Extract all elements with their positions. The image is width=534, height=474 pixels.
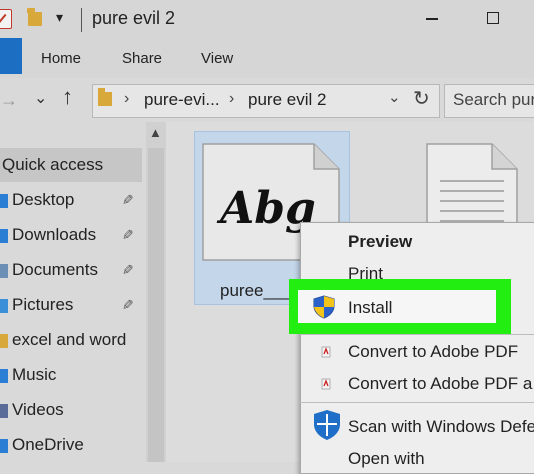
sidebar-item-label: OneDrive [12, 435, 84, 454]
scroll-up-icon[interactable]: ▲ [149, 125, 162, 140]
maximize-icon [487, 12, 499, 24]
sidebar-item-downloads[interactable]: Downloads ✎ [0, 219, 142, 253]
adobe-pdf-attach-icon [321, 378, 331, 390]
address-dropdown-icon[interactable]: ⌄ [388, 88, 401, 106]
minimize-icon [426, 18, 438, 20]
documents-icon [0, 264, 8, 278]
menu-item-convert-pdf-attach[interactable]: Convert to Adobe PDF a [348, 374, 532, 394]
tab-home[interactable]: Home [41, 50, 81, 67]
sidebar-item-documents[interactable]: Documents ✎ [0, 254, 142, 288]
tab-share[interactable]: Share [122, 50, 162, 67]
sidebar-item-label: Documents [12, 260, 98, 279]
breadcrumb-item-current[interactable]: pure evil 2 [248, 90, 326, 110]
sidebar-item-label: Desktop [12, 190, 75, 209]
sidebar-item-label: excel and word [12, 330, 127, 349]
forward-arrow-icon[interactable]: → [0, 90, 18, 111]
title-separator [81, 8, 82, 32]
menu-item-scan-defender[interactable]: Scan with Windows Defe [348, 417, 534, 437]
downloads-icon [0, 229, 8, 243]
nav-scroll-thumb[interactable] [148, 148, 164, 462]
breadcrumb-separator-icon[interactable]: › [124, 90, 129, 108]
quick-access-label: Quick access [2, 155, 104, 174]
address-folder-icon [98, 88, 112, 106]
selected-file-name: puree___ [220, 281, 292, 300]
sidebar-item-label: Videos [12, 400, 64, 419]
adobe-pdf-icon [321, 346, 331, 358]
sidebar-item-label: Pictures [12, 295, 74, 314]
sidebar-item-label: Downloads [12, 225, 97, 244]
pin-icon[interactable]: ✎ [118, 194, 135, 206]
breadcrumb-separator-icon[interactable]: › [229, 90, 234, 108]
sidebar-item-videos[interactable]: Videos [0, 394, 142, 428]
windows-defender-icon [314, 410, 340, 440]
menu-separator [300, 334, 534, 335]
maximize-button[interactable] [480, 4, 506, 32]
videos-icon [0, 404, 8, 418]
menu-item-open-with[interactable]: Open with [348, 449, 425, 469]
new-folder-icon[interactable] [27, 8, 42, 26]
sidebar-item-desktop[interactable]: Desktop ✎ [0, 184, 142, 218]
pin-icon[interactable]: ✎ [118, 264, 135, 276]
menu-separator [300, 402, 534, 403]
customize-quick-access-toolbar-icon[interactable]: ▾ [56, 9, 63, 26]
menu-item-convert-pdf[interactable]: Convert to Adobe PDF [348, 342, 518, 362]
onedrive-icon [0, 439, 8, 453]
pin-icon[interactable]: ✎ [118, 229, 135, 241]
sidebar-item-music[interactable]: Music [0, 359, 142, 393]
folder-icon [0, 334, 8, 348]
up-arrow-icon[interactable]: ↑ [62, 84, 73, 110]
minimize-button[interactable] [420, 4, 446, 32]
sidebar-item-onedrive[interactable]: OneDrive [0, 429, 142, 463]
pictures-icon [0, 299, 8, 313]
sidebar-item-pictures[interactable]: Pictures ✎ [0, 289, 142, 323]
menu-item-install-label[interactable]: Install [348, 298, 392, 318]
refresh-icon[interactable]: ↻ [413, 86, 430, 111]
tab-view[interactable]: View [201, 50, 233, 67]
desktop-icon [0, 194, 8, 208]
pin-icon[interactable]: ✎ [118, 299, 135, 311]
menu-item-preview[interactable]: Preview [348, 232, 412, 252]
window-title: pure evil 2 [92, 8, 176, 28]
properties-icon[interactable] [0, 9, 12, 29]
uac-shield-icon [313, 295, 335, 319]
sidebar-item-excel-and-word[interactable]: excel and word [0, 324, 142, 358]
recent-locations-chevron-icon[interactable]: ⌄ [34, 88, 47, 108]
search-placeholder: Search pur [453, 90, 534, 109]
music-icon [0, 369, 8, 383]
tab-file[interactable] [0, 38, 22, 74]
breadcrumb-item-parent[interactable]: pure-evi... [144, 90, 220, 110]
sidebar-item-label: Music [12, 365, 57, 384]
